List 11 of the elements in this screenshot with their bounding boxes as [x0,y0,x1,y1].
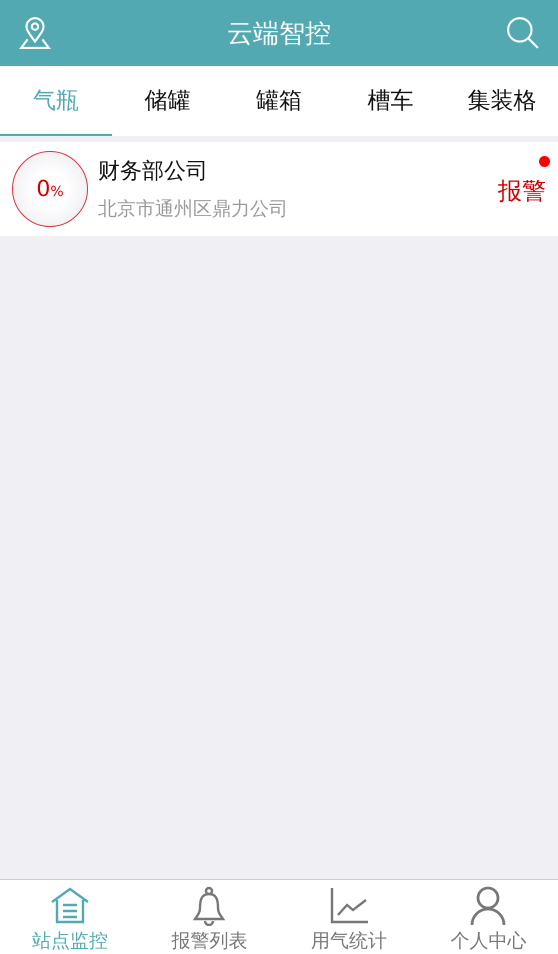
search-icon[interactable] [506,16,540,50]
percent-value: 0% [36,176,64,202]
station-name: 财务部公司 [98,158,209,186]
station-address: 北京市通州区鼎力公司 [98,197,289,222]
station-card[interactable]: 0% 财务部公司 北京市通州区鼎力公司 报警 [0,142,558,236]
map-pin-icon[interactable] [18,16,52,50]
line-chart-icon [328,886,369,926]
person-icon [468,886,508,926]
app-title: 云端智控 [227,18,331,50]
home-icon [50,886,90,926]
alarm-status: 报警 [498,176,546,207]
